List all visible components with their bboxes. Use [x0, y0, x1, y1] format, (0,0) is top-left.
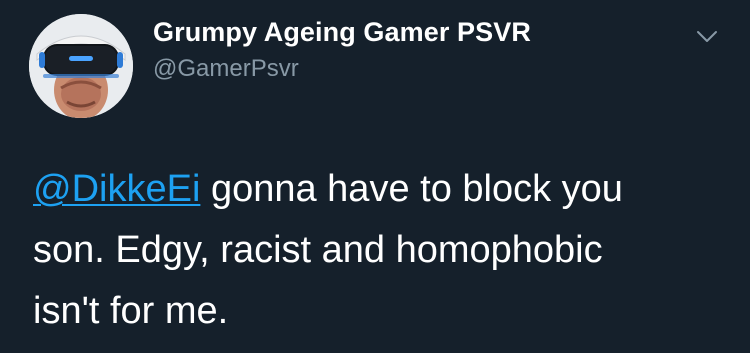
avatar[interactable]: [29, 14, 133, 118]
tweet-text-segment: gonna have to block you: [200, 168, 623, 210]
tweet-text-line-3: isn't for me.: [33, 290, 229, 332]
vr-headset-avatar-icon: [29, 14, 133, 118]
tweet-text-line-2: son. Edgy, racist and homophobic: [33, 229, 603, 271]
tweet-card: Grumpy Ageing Gamer PSVR @GamerPsvr @Dik…: [0, 0, 750, 353]
tweet-text: @DikkeEi gonna have to block you son. Ed…: [33, 159, 723, 342]
author-handle[interactable]: @GamerPsvr: [153, 55, 299, 83]
mention-link[interactable]: @DikkeEi: [33, 168, 200, 210]
tweet-text-line-1: @DikkeEi gonna have to block you: [33, 159, 723, 220]
author-display-name[interactable]: Grumpy Ageing Gamer PSVR: [153, 17, 531, 48]
chevron-down-icon[interactable]: [695, 24, 719, 48]
